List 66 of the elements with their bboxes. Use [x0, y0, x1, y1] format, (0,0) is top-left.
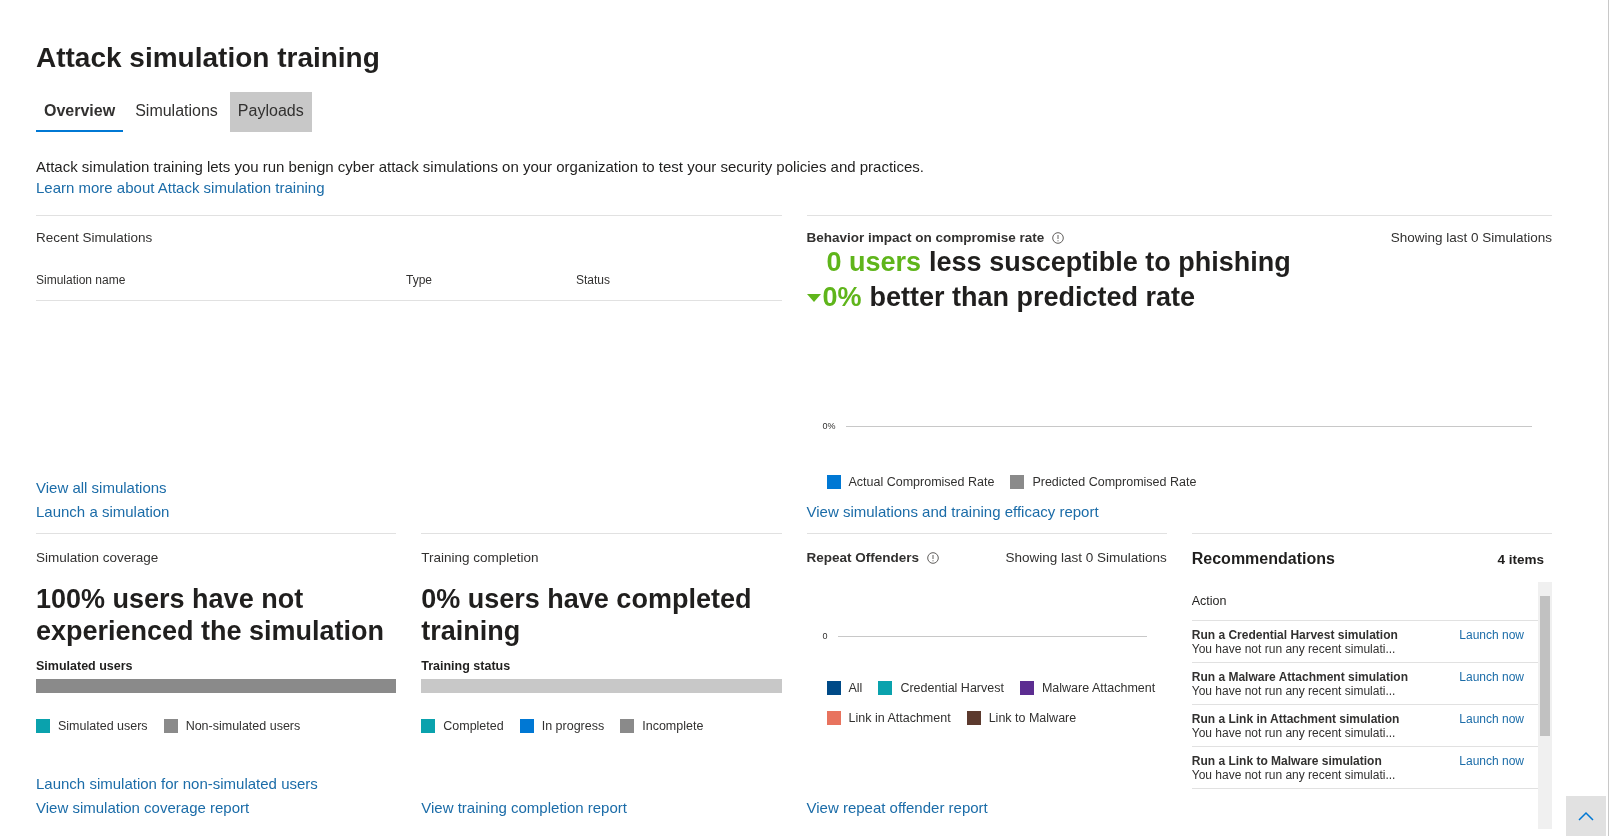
column-header: Status — [576, 273, 612, 287]
column-header: Action — [1191, 582, 1538, 621]
recommendation-title: Run a Link to Malware simulation — [1191, 754, 1383, 768]
bar-label: Training status — [421, 659, 512, 673]
legend-label: Non-simulated users — [185, 719, 301, 733]
info-icon — [927, 551, 940, 564]
axis-tick: 0 — [822, 631, 828, 641]
recommendation-detail: You have not run any recent simulati... — [1191, 768, 1397, 782]
column-header: Type — [406, 273, 433, 287]
scrollbar[interactable] — [1538, 582, 1552, 829]
legend-label: Link in Attachment — [848, 711, 951, 725]
item-count: 4 items — [1497, 551, 1544, 567]
legend-label: Malware Attachment — [1041, 681, 1156, 695]
link[interactable]: View all simulations — [36, 479, 167, 496]
caret-down-icon — [806, 292, 821, 303]
recommendation-detail: You have not run any recent simulati... — [1191, 642, 1397, 656]
chevron-up-icon — [1578, 811, 1594, 821]
legend-label: Actual Compromised Rate — [848, 475, 995, 489]
launch-link[interactable]: Launch now — [1459, 628, 1538, 642]
showing-text: Showing last 0 Simulations — [1005, 550, 1167, 565]
link[interactable]: Launch a simulation — [36, 503, 170, 520]
launch-link[interactable]: Launch now — [1459, 712, 1538, 726]
learn-more-link[interactable]: Learn more about Attack simulation training — [36, 179, 325, 196]
link[interactable]: View simulation coverage report — [36, 799, 250, 816]
launch-link[interactable]: Launch now — [1459, 754, 1538, 768]
section-title: Recommendations — [1191, 550, 1335, 568]
tab[interactable]: Simulations — [127, 92, 226, 132]
legend-label: All — [848, 681, 863, 695]
rate-value: 0% — [822, 281, 862, 315]
section-title: Repeat Offenders — [806, 550, 920, 565]
headline-value: 0 users — [826, 246, 922, 279]
legend-label: In progress — [541, 719, 605, 733]
scroll-to-top-button[interactable] — [1566, 796, 1606, 836]
report-link[interactable]: View simulations and training efficacy report — [806, 503, 1099, 520]
legend-label: Link to Malware — [988, 711, 1077, 725]
link[interactable]: View training completion report — [421, 799, 627, 816]
link[interactable]: Launch simulation for non-simulated users — [36, 775, 318, 792]
legend-label: Credential Harvest — [900, 681, 1004, 695]
report-link[interactable]: View repeat offender report — [806, 799, 988, 816]
recommendation-title: Run a Credential Harvest simulation — [1191, 628, 1399, 642]
legend-label: Incomplete — [642, 719, 704, 733]
launch-link[interactable]: Launch now — [1459, 670, 1538, 684]
legend-label: Predicted Compromised Rate — [1032, 475, 1197, 489]
recommendation-detail: You have not run any recent simulati... — [1191, 684, 1397, 698]
tab[interactable]: Overview — [36, 92, 124, 132]
info-icon — [1052, 231, 1065, 244]
legend-label: Simulated users — [58, 719, 148, 733]
recommendation-title: Run a Malware Attachment simulation — [1191, 670, 1409, 684]
section-title: Behavior impact on compromise rate — [806, 230, 1045, 245]
recommendation-detail: You have not run any recent simulati... — [1191, 726, 1397, 740]
tab[interactable]: Payloads — [229, 92, 312, 132]
page-title: Attack simulation training — [36, 42, 381, 74]
showing-text: Showing last 0 Simulations — [1390, 230, 1552, 245]
section-title: Simulation coverage — [36, 550, 160, 565]
section-title: Training completion — [421, 550, 540, 565]
column-header: Simulation name — [36, 273, 127, 287]
recommendation-title: Run a Link in Attachment simulation — [1191, 712, 1401, 726]
headline-text: 100% users have not experienced the simulation — [36, 583, 386, 647]
headline-text: less susceptible to phishing — [929, 246, 1291, 279]
section-title: Recent Simulations — [36, 230, 154, 245]
headline-text: 0% users have completed training — [421, 583, 753, 647]
bar-label: Simulated users — [36, 659, 134, 673]
legend-label: Completed — [443, 719, 504, 733]
axis-tick: 0% — [822, 421, 836, 431]
description-text: Attack simulation training lets you run benign cyber attack simulations on your organization to test your security policies and practices. — [36, 158, 925, 175]
rate-text: better than predicted rate — [869, 281, 1196, 315]
